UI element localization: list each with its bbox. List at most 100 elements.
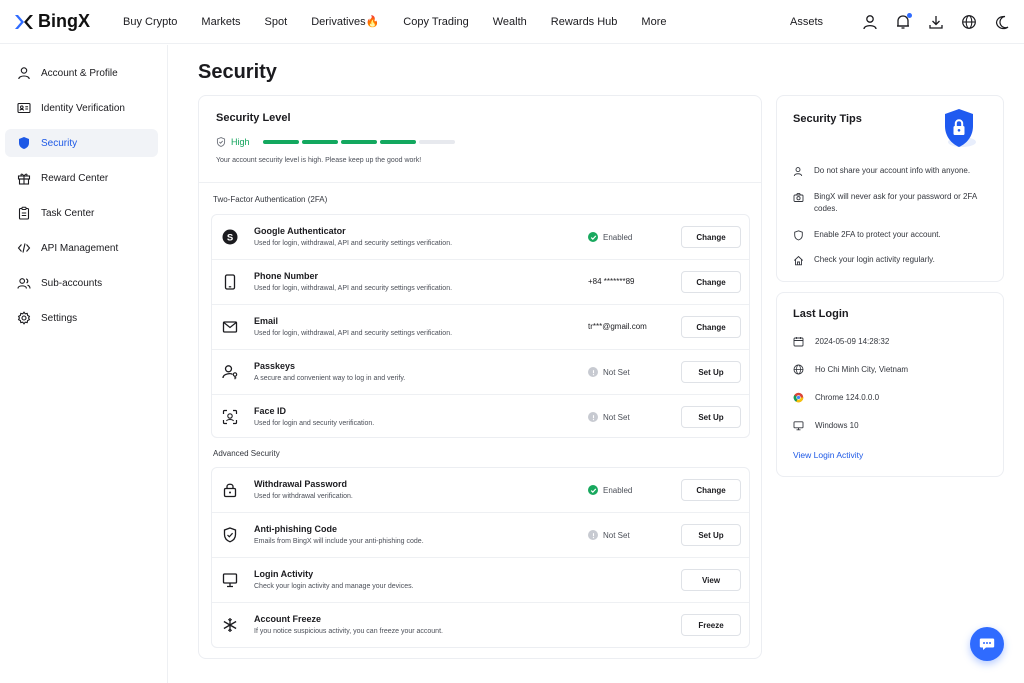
sidebar-item-label: Task Center [41,207,95,219]
bingx-logo[interactable]: BingX [13,11,111,32]
home-icon [793,255,804,266]
globe-icon[interactable] [961,14,977,30]
sidebar-item-security[interactable]: Security [5,129,158,157]
monitor-icon [220,570,240,590]
row-description: Used for login and security verification… [254,420,375,427]
row-title: Account Freeze [254,614,322,624]
chrome-icon [793,392,804,403]
status-badge: Not Set [588,530,630,540]
list-item-google-authenticator: S Google Authenticator Used for login, w… [212,215,749,260]
sidebar-item-identity-verification[interactable]: Identity Verification [5,94,158,122]
notification-dot [907,13,912,18]
change-withdrawal-password-button[interactable]: Change [681,479,741,501]
code-icon [17,243,31,253]
security-tips-title: Security Tips [793,113,862,125]
globe-icon [793,364,804,375]
last-login-location: Ho Chi Minh City, Vietnam [793,364,908,375]
security-progress-segment [262,140,299,144]
change-email-button[interactable]: Change [681,316,741,338]
nav-buy-crypto[interactable]: Buy Crypto [123,16,177,28]
setup-anti-phishing-button[interactable]: Set Up [681,524,741,546]
nav-more[interactable]: More [641,16,666,28]
row-description: Used for login, withdrawal, API and secu… [254,285,453,292]
mail-icon [220,317,240,337]
sidebar-item-account-profile[interactable]: Account & Profile [5,59,158,87]
last-login-time-text: 2024-05-09 14:28:32 [815,337,890,346]
view-login-activity-button[interactable]: View [681,569,741,591]
users-icon [17,278,31,289]
snowflake-icon [220,615,240,635]
list-item-account-freeze: Account Freeze If you notice suspicious … [212,603,749,648]
nav-spot[interactable]: Spot [265,16,288,28]
row-description: Check your login activity and manage you… [254,583,414,590]
google-authenticator-icon: S [220,227,240,247]
gift-icon [17,173,31,185]
user-icon [793,167,803,177]
last-login-time: 2024-05-09 14:28:32 [793,336,889,347]
sidebar: Account & Profile Identity Verification … [0,45,168,683]
security-tips-card: Security Tips Do not share your account … [776,95,1004,282]
sidebar-item-reward-center[interactable]: Reward Center [5,164,158,192]
chat-icon [979,638,995,650]
last-login-card: Last Login 2024-05-09 14:28:32 Ho Chi Mi… [776,292,1004,477]
user-icon [18,67,30,80]
sidebar-item-label: Security [41,137,78,149]
info-circle-icon [588,530,598,540]
shield-icon [19,137,29,149]
tip-text: Do not share your account info with anyo… [814,166,971,175]
nav-wealth[interactable]: Wealth [493,16,527,28]
monitor-icon [793,421,804,431]
setup-face-id-button[interactable]: Set Up [681,406,741,428]
download-icon[interactable] [928,14,944,30]
nav-rewards-hub[interactable]: Rewards Hub [551,16,618,28]
calendar-icon [793,337,804,347]
last-login-location-text: Ho Chi Minh City, Vietnam [815,365,909,374]
info-circle-icon [588,412,598,422]
list-item-face-id: Face ID Used for login and security veri… [212,395,749,440]
tip-text: BingX will never ask for your password o… [814,192,977,213]
row-title: Google Authenticator [254,226,346,236]
email-value: tr***@gmail.com [588,322,647,331]
sidebar-item-settings[interactable]: Settings [5,304,158,332]
nav-derivatives[interactable]: Derivatives🔥 [311,15,379,28]
tip-item: Enable 2FA to protect your account. [793,229,993,241]
change-phone-number-button[interactable]: Change [681,271,741,293]
gear-icon [17,311,31,325]
user-icon[interactable] [862,14,878,30]
security-level-message: Your account security level is high. Ple… [216,157,422,164]
bell-icon[interactable] [895,13,912,30]
sidebar-item-task-center[interactable]: Task Center [5,199,158,227]
security-progress-segment [301,140,338,144]
row-description: Used for withdrawal verification. [254,493,353,500]
setup-passkeys-button[interactable]: Set Up [681,361,741,383]
row-description: If you notice suspicious activity, you c… [254,628,443,635]
check-circle-icon [588,232,598,242]
freeze-account-button[interactable]: Freeze [681,614,741,636]
status-text: Enabled [603,485,633,495]
two-fa-list: S Google Authenticator Used for login, w… [211,214,750,438]
view-login-activity-link[interactable]: View Login Activity [793,450,863,460]
status-text: Not Set [603,412,630,422]
row-description: Used for login, withdrawal, API and secu… [254,240,453,247]
list-item-phone-number: Phone Number Used for login, withdrawal,… [212,260,749,305]
sidebar-item-api-management[interactable]: API Management [5,234,158,262]
two-fa-section-label: Two-Factor Authentication (2FA) [213,195,328,204]
last-login-os-text: Windows 10 [815,421,859,430]
security-progress-segment [340,140,377,144]
sidebar-item-sub-accounts[interactable]: Sub-accounts [5,269,158,297]
nav-copy-trading[interactable]: Copy Trading [403,16,468,28]
row-title: Face ID [254,406,287,416]
status-text: Enabled [603,232,633,242]
main-nav: Buy Crypto Markets Spot Derivatives🔥 Cop… [123,15,690,29]
row-description: A secure and convenient way to log in an… [254,375,406,382]
svg-text:S: S [227,232,233,243]
moon-icon[interactable] [994,14,1010,30]
nav-markets[interactable]: Markets [201,16,240,28]
change-google-authenticator-button[interactable]: Change [681,226,741,248]
last-login-os: Windows 10 [793,420,859,431]
chat-support-button[interactable] [970,627,1004,661]
assets-link[interactable]: Assets [790,16,823,28]
id-card-icon [17,102,31,114]
status-badge: Enabled [588,485,632,495]
row-description: Used for login, withdrawal, API and secu… [254,330,453,337]
